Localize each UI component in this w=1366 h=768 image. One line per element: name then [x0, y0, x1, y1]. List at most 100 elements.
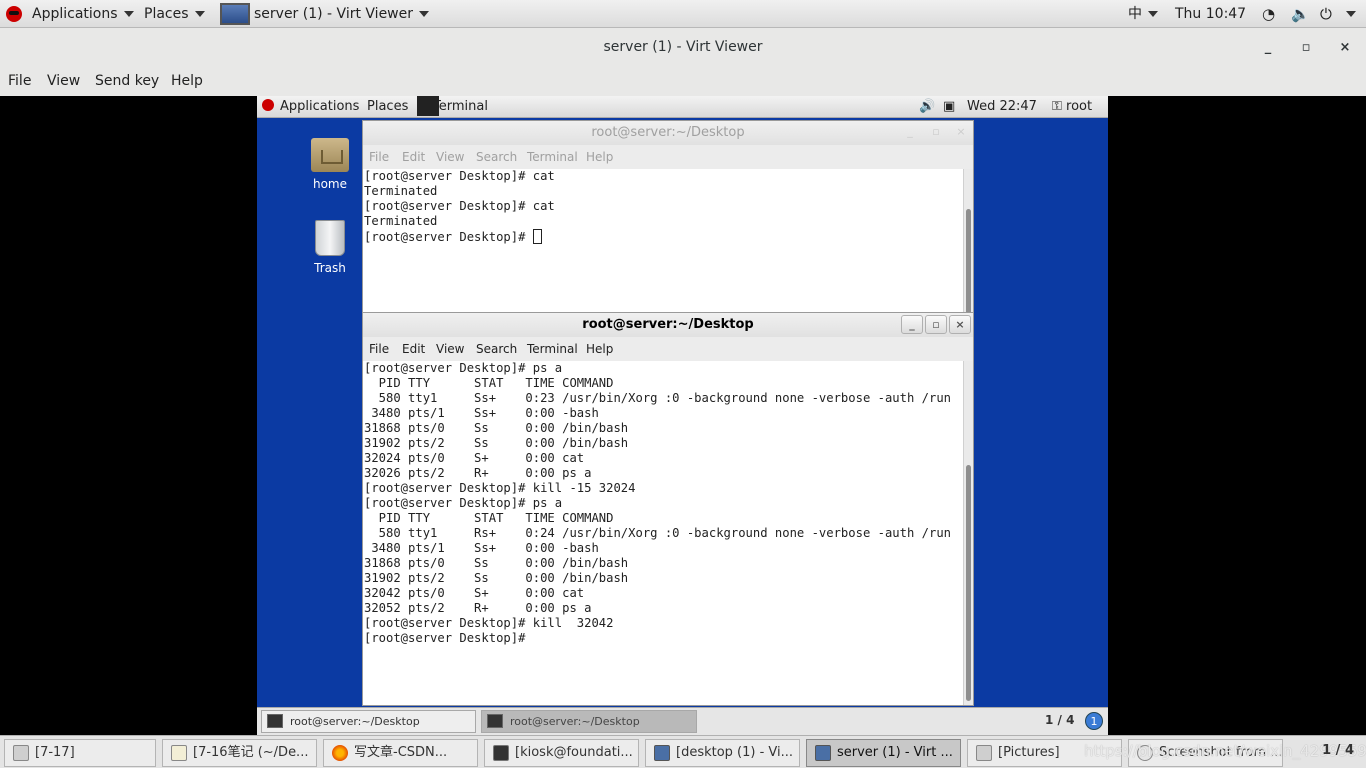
terminal-maximize-button[interactable]: ▫ [925, 123, 947, 142]
terminal-window-front[interactable]: root@server:~/Desktop _ ▫ × File Edit Vi… [362, 312, 974, 706]
trash-icon [315, 220, 345, 256]
terminal-line: [root@server Desktop]# [364, 230, 533, 244]
system-menu-chevron[interactable] [1340, 0, 1356, 28]
input-method-indicator[interactable]: 中 [1128, 0, 1158, 28]
folder-icon [976, 745, 992, 761]
host-task-kiosk-terminal[interactable]: [kiosk@foundati... [484, 739, 639, 767]
guest-volume-icon[interactable]: 🔊 [919, 99, 935, 114]
terminal-output[interactable]: [root@server Desktop]# cat Terminated [roo… [363, 169, 963, 319]
host-task-server-viewer[interactable]: server (1) - Virt ... [806, 739, 961, 767]
menu-send-key[interactable]: Send key [95, 73, 159, 89]
terminal-menu-terminal[interactable]: Terminal [527, 342, 578, 356]
user-icon: ⚿ [1052, 99, 1067, 114]
host-top-panel: Applications Places server (1) - Virt Vi… [0, 0, 1366, 28]
redhat-icon [262, 99, 274, 111]
terminal-menu-edit[interactable]: Edit [402, 150, 425, 164]
virt-viewer-titlebar: server (1) - Virt Viewer _ ▫ × [0, 28, 1366, 68]
host-task-firefox[interactable]: 写文章-CSDN... [323, 739, 478, 767]
text-cursor [532, 229, 542, 244]
task-label: [desktop (1) - Vi... [676, 745, 794, 760]
desktop-icon-label: home [312, 177, 348, 191]
scrollbar-thumb[interactable] [966, 209, 971, 319]
host-workspace-pager[interactable]: 1 / 4 [1322, 743, 1354, 758]
terminal-menu-file[interactable]: File [369, 342, 389, 356]
menu-help[interactable]: Help [171, 73, 203, 89]
terminal-scrollbar[interactable] [963, 361, 973, 705]
guest-bottom-panel: root@server:~/Desktop root@server:~/Desk… [257, 707, 1108, 735]
folder-icon [13, 745, 29, 761]
task-label: server (1) - Virt ... [837, 745, 953, 760]
task-label: [kiosk@foundati... [515, 745, 633, 760]
terminal-minimize-button[interactable]: _ [899, 123, 921, 142]
scrollbar-thumb[interactable] [966, 465, 971, 701]
terminal-menu-search[interactable]: Search [476, 150, 517, 164]
terminal-menu-help[interactable]: Help [586, 150, 613, 164]
volume-icon[interactable]: 🔈 [1291, 0, 1310, 28]
terminal-output[interactable]: [root@server Desktop]# ps a PID TTY STAT… [363, 361, 963, 705]
host-window-menu[interactable]: server (1) - Virt Viewer [220, 0, 429, 28]
desktop-icon-label: Trash [314, 261, 346, 275]
terminal-close-button[interactable]: × [950, 123, 972, 142]
virt-viewer-icon [220, 3, 250, 25]
terminal-menu-view[interactable]: View [436, 342, 464, 356]
terminal-line: [root@server Desktop]# [364, 631, 533, 645]
menu-file[interactable]: File [8, 73, 31, 89]
guest-terminal-launcher[interactable]: Terminal [417, 96, 496, 116]
wifi-icon[interactable]: ◔ [1262, 0, 1275, 28]
terminal-icon [493, 745, 509, 761]
host-task-notes[interactable]: [7-16笔记 (~/De... [162, 739, 317, 767]
chevron-down-icon [194, 11, 205, 17]
desktop-icon-home[interactable]: home [300, 138, 360, 191]
terminal-icon [487, 714, 503, 728]
terminal-line: 32024 pts/0 S+ 0:00 cat [364, 451, 585, 465]
guest-clock[interactable]: Wed 22:47 [967, 99, 1037, 114]
chevron-down-icon [419, 11, 429, 17]
terminal-window-back[interactable]: root@server:~/Desktop _ ▫ × File Edit Vi… [362, 120, 974, 320]
guest-applications-label: Applications [280, 99, 360, 114]
terminal-menubar: File Edit View Search Terminal Help [363, 337, 973, 361]
terminal-line: [root@server Desktop]# ps a [364, 496, 563, 510]
guest-user-menu[interactable]: ⚿ root [1052, 99, 1092, 114]
maximize-button[interactable]: ▫ [1295, 37, 1317, 59]
folder-home-icon [311, 138, 349, 172]
menu-view[interactable]: View [47, 73, 80, 89]
terminal-menu-file[interactable]: File [369, 150, 389, 164]
terminal-line: PID TTY STAT TIME COMMAND [364, 511, 614, 525]
host-places-menu[interactable]: Places [144, 0, 205, 28]
power-icon[interactable]: ⏻ [1320, 0, 1332, 28]
notification-badge[interactable]: 1 [1085, 712, 1103, 730]
close-button[interactable]: × [1334, 37, 1356, 59]
host-task-7-17[interactable]: [7-17] [4, 739, 156, 767]
guest-applications-menu[interactable]: Applications [262, 99, 359, 114]
guest-network-icon[interactable]: ▣ [943, 99, 955, 114]
chevron-down-icon [123, 11, 134, 17]
guest-workspace-pager[interactable]: 1 / 4 [1045, 713, 1074, 727]
terminal-menubar: File Edit View Search Terminal Help [363, 145, 973, 169]
desktop-icon-trash[interactable]: Trash [300, 220, 360, 275]
host-applications-menu[interactable]: Applications [6, 0, 134, 28]
virt-viewer-menubar: File View Send key Help [0, 68, 1366, 96]
terminal-line: [root@server Desktop]# cat [364, 199, 555, 213]
guest-places-menu[interactable]: Places [367, 99, 408, 114]
places-label: Places [144, 6, 189, 22]
terminal-menu-search[interactable]: Search [476, 342, 517, 356]
terminal-maximize-button[interactable]: ▫ [925, 315, 947, 334]
terminal-scrollbar[interactable] [963, 169, 973, 319]
terminal-menu-help[interactable]: Help [586, 342, 613, 356]
guest-desktop[interactable]: Applications Places Terminal 🔊 ▣ Wed 22:… [257, 96, 1108, 735]
task-label: root@server:~/Desktop [510, 715, 640, 728]
terminal-line: PID TTY STAT TIME COMMAND [364, 376, 614, 390]
terminal-line: Terminated [364, 214, 438, 228]
host-task-desktop-viewer[interactable]: [desktop (1) - Vi... [645, 739, 800, 767]
terminal-close-button[interactable]: × [949, 315, 971, 334]
terminal-menu-view[interactable]: View [436, 150, 464, 164]
terminal-menu-terminal[interactable]: Terminal [527, 150, 578, 164]
task-label: [7-17] [35, 745, 75, 760]
terminal-menu-edit[interactable]: Edit [402, 342, 425, 356]
minimize-button[interactable]: _ [1257, 37, 1279, 59]
guest-task-terminal-2[interactable]: root@server:~/Desktop [481, 710, 697, 733]
terminal-minimize-button[interactable]: _ [901, 315, 923, 334]
terminal-line: [root@server Desktop]# kill -15 32024 [364, 481, 636, 495]
guest-task-terminal-1[interactable]: root@server:~/Desktop [261, 710, 476, 733]
host-clock[interactable]: Thu 10:47 [1175, 0, 1246, 28]
